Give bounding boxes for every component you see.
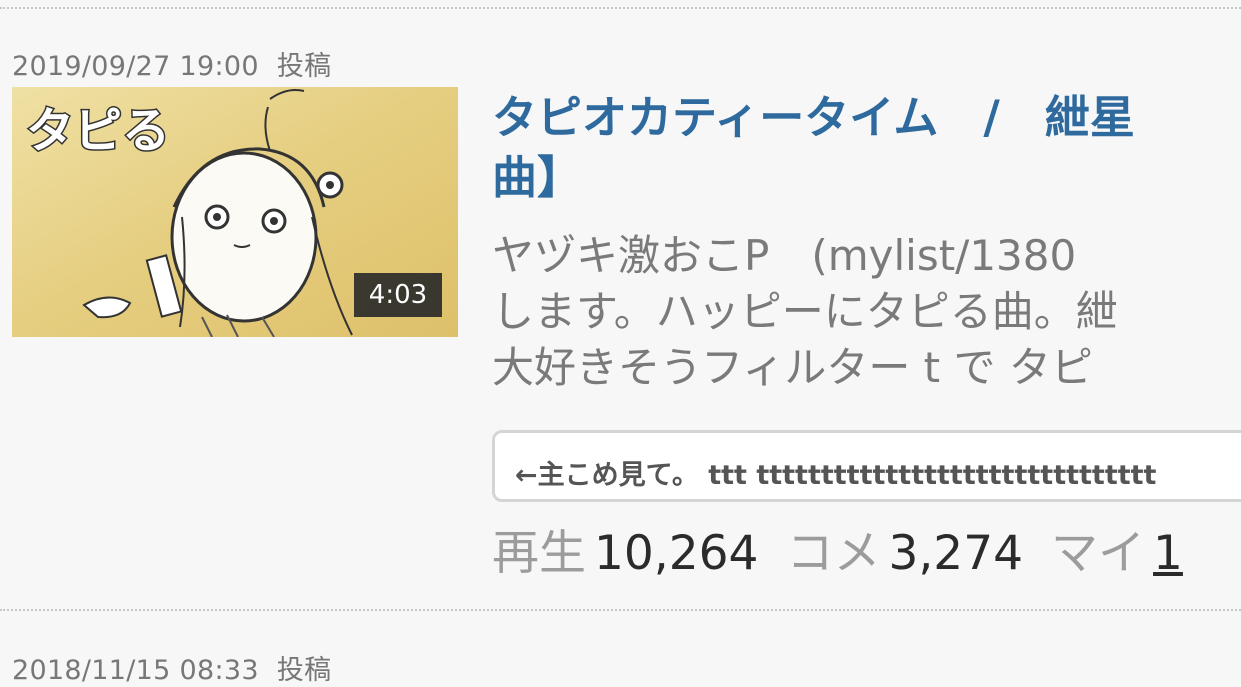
posted-label: 投稿 xyxy=(276,51,332,82)
mylist-label: マイ xyxy=(1051,526,1146,581)
description-line: ヤヅキ激おこP (mylist/1380 xyxy=(492,231,1077,280)
post-date: 2019/09/27 19:00 xyxy=(12,51,259,82)
divider-between-posts xyxy=(0,609,1241,611)
video-thumbnail[interactable]: タピる 4:03 xyxy=(12,87,458,337)
video-description: ヤヅキ激おこP (mylist/1380 します。ハッピーにタピる曲。紲 大好き… xyxy=(492,228,1241,396)
video-title-line1: タピオカティータイム / 紲星 xyxy=(492,91,1135,144)
post-date-row: 2018/11/15 08:33 投稿 xyxy=(12,648,331,687)
divider-top xyxy=(0,7,1241,9)
posted-label: 投稿 xyxy=(276,655,332,686)
comment-preview-box: ←主こめ見て。 ttt tttttttttttttttttttttttttttt… xyxy=(492,430,1241,502)
comments-count: 3,274 xyxy=(888,526,1024,581)
description-line: します。ハッピーにタピる曲。紲 xyxy=(492,287,1118,336)
post-date-row: 2019/09/27 19:00 投稿 xyxy=(12,44,331,83)
thumbnail-logo: タピる xyxy=(26,103,170,159)
mylist-count-link[interactable]: 1 xyxy=(1153,526,1183,581)
video-stats: 再生 10,264 コメ 3,274 マイ 1 xyxy=(492,522,1211,586)
description-line: 大好きそうフィルター t で タピ xyxy=(492,343,1093,392)
post-content: タピオカティータイム / 紲星 曲】 ヤヅキ激おこP (mylist/1380 … xyxy=(492,88,1241,396)
video-title-line2: 曲】 xyxy=(492,151,583,204)
comments-label: コメ xyxy=(786,526,881,581)
comment-preview-text: ←主こめ見て。 ttt tttttttttttttttttttttttttttt… xyxy=(515,460,1157,491)
views-label: 再生 xyxy=(492,526,586,581)
video-duration: 4:03 xyxy=(354,273,442,317)
views-count: 10,264 xyxy=(594,526,759,581)
video-title-link[interactable]: タピオカティータイム / 紲星 曲】 xyxy=(492,88,1241,208)
post-date: 2018/11/15 08:33 xyxy=(12,655,259,686)
